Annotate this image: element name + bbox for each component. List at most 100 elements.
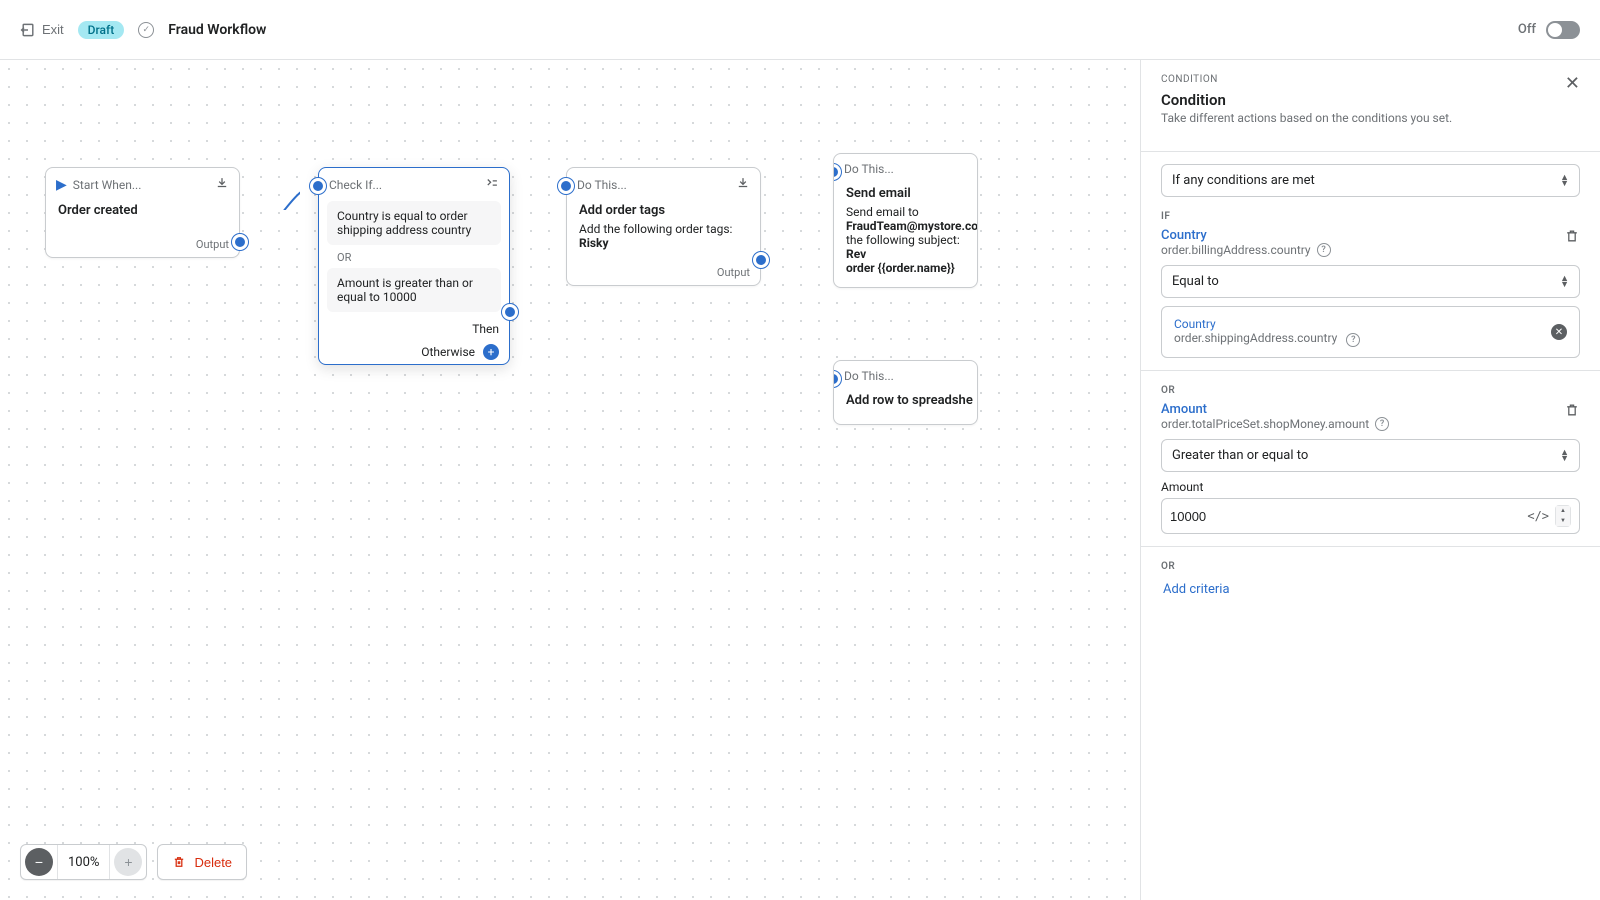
delete-condition-button[interactable]	[1564, 402, 1580, 439]
play-icon: ▶	[56, 177, 67, 193]
node-head-label: Do This...	[577, 178, 627, 192]
field-name[interactable]: Country	[1161, 228, 1331, 243]
operator-value: Greater than or equal to	[1172, 448, 1308, 463]
condition-panel: CONDITION Condition Take different actio…	[1140, 60, 1600, 900]
help-icon[interactable]: ?	[1346, 333, 1360, 347]
field-path: order.billingAddress.country ?	[1161, 243, 1331, 257]
node-head: Do This...	[567, 168, 760, 201]
field-path: order.totalPriceSet.shopMoney.amount ?	[1161, 417, 1389, 431]
number-stepper[interactable]: ▲ ▼	[1555, 505, 1571, 527]
condition-1[interactable]: Country is equal to order shipping addre…	[327, 201, 501, 245]
email-subject: Rev	[846, 247, 866, 261]
panel-subtitle: Take different actions based on the cond…	[1161, 111, 1452, 125]
then-row: Then	[319, 318, 509, 340]
step-up-button[interactable]: ▲	[1556, 506, 1570, 516]
node-body: Add row to spreadshe	[834, 391, 977, 424]
output-label: Output	[196, 238, 229, 251]
code-icon[interactable]: </>	[1527, 509, 1549, 523]
delete-condition-button[interactable]	[1564, 228, 1580, 265]
otherwise-row: Otherwise +	[319, 340, 509, 364]
condition-mode-select[interactable]: If any conditions are met ▲▼	[1161, 164, 1580, 197]
node-head: Do This...	[834, 154, 977, 184]
exit-button[interactable]: Exit	[20, 22, 64, 38]
tags-tag: Risky	[579, 236, 608, 250]
node-start[interactable]: ▶ Start When... Order created Output	[45, 167, 240, 258]
node-send-email[interactable]: Do This... Send email Send email to Frau…	[833, 153, 978, 288]
divider	[1141, 151, 1600, 152]
node-spreadsheet[interactable]: Do This... Add row to spreadshe	[833, 360, 978, 425]
node-condition[interactable]: Check If... Country is equal to order sh…	[318, 167, 510, 365]
email-line1: Send email to	[846, 205, 919, 219]
token-content: Country order.shippingAddress.country ?	[1174, 317, 1360, 347]
help-icon[interactable]: ?	[1375, 417, 1389, 431]
amount-condition: Amount order.totalPriceSet.shopMoney.amo…	[1161, 402, 1580, 534]
node-head-left: ▶ Start When...	[56, 177, 141, 193]
token-path-row: order.shippingAddress.country ?	[1174, 331, 1360, 347]
step-down-button[interactable]: ▼	[1556, 516, 1570, 526]
email-addr: FraudTeam@mystore.co	[846, 219, 978, 233]
enable-toggle[interactable]	[1546, 21, 1580, 39]
download-icon[interactable]	[215, 176, 229, 193]
port-input[interactable]	[558, 178, 574, 194]
token-path-text: order.shippingAddress.country	[1174, 331, 1337, 345]
workflow-canvas[interactable]: ▶ Start When... Order created Output	[0, 60, 1140, 900]
port-output[interactable]	[753, 252, 769, 268]
or-label-2: OR	[1161, 561, 1580, 572]
delete-button[interactable]: Delete	[157, 844, 247, 880]
value-token[interactable]: Country order.shippingAddress.country ? …	[1161, 306, 1580, 358]
panel-title: Condition	[1161, 91, 1452, 109]
token-name: Country	[1174, 317, 1360, 331]
node-body: Add order tags Add the following order t…	[567, 201, 760, 262]
amount-input[interactable]	[1170, 509, 1521, 524]
add-criteria-button[interactable]: Add criteria	[1161, 578, 1580, 601]
nodes-layer: ▶ Start When... Order created Output	[0, 60, 1140, 900]
then-label: Then	[472, 322, 499, 336]
field-head: Amount order.totalPriceSet.shopMoney.amo…	[1161, 402, 1580, 439]
add-otherwise-button[interactable]: +	[483, 344, 499, 360]
download-icon[interactable]	[736, 176, 750, 193]
operator-select[interactable]: Greater than or equal to ▲▼	[1161, 439, 1580, 472]
node-head: Check If...	[319, 168, 509, 201]
node-head-label: Do This...	[844, 369, 894, 383]
editor-header: Exit Draft ✓ Fraud Workflow Off	[0, 0, 1600, 60]
help-icon[interactable]: ?	[1317, 243, 1331, 257]
draft-badge: Draft	[78, 21, 125, 39]
header-left: Exit Draft ✓ Fraud Workflow	[20, 21, 266, 39]
if-label: IF	[1161, 211, 1580, 222]
tags-sub-text: Add the following order tags:	[579, 222, 732, 236]
operator-value: Equal to	[1172, 274, 1219, 289]
country-condition: Country order.billingAddress.country ? E…	[1161, 228, 1580, 358]
delete-label: Delete	[194, 855, 232, 870]
port-then[interactable]	[502, 304, 518, 320]
node-output-row: Output	[567, 262, 760, 285]
node-body: Order created	[46, 201, 239, 234]
main-area: ▶ Start When... Order created Output	[0, 60, 1600, 900]
cond-or-label: OR	[319, 251, 509, 268]
port-output[interactable]	[232, 234, 248, 250]
select-value: If any conditions are met	[1172, 173, 1315, 188]
node-output-row: Output	[46, 234, 239, 257]
node-add-tags[interactable]: Do This... Add order tags Add the follow…	[566, 167, 761, 286]
divider	[1141, 546, 1600, 547]
zoom-in-button[interactable]: +	[114, 848, 142, 876]
field-head: Country order.billingAddress.country ?	[1161, 228, 1580, 265]
check-circle-icon: ✓	[138, 22, 154, 38]
node-head: Do This...	[834, 361, 977, 391]
email-line3: order {{order.name}}	[846, 261, 955, 275]
zoom-out-button[interactable]: −	[25, 848, 53, 876]
close-panel-button[interactable]: ✕	[1565, 74, 1580, 92]
port-input[interactable]	[310, 178, 326, 194]
clear-token-button[interactable]: ✕	[1551, 324, 1567, 340]
or-label: OR	[1161, 385, 1580, 396]
node-head-label: Do This...	[844, 162, 894, 176]
workflow-title: Fraud Workflow	[168, 22, 266, 38]
branch-icon	[485, 176, 499, 193]
canvas-toolbar: − 100% + Delete	[20, 844, 247, 880]
select-caret-icon: ▲▼	[1560, 276, 1569, 288]
panel-head: CONDITION Condition Take different actio…	[1161, 74, 1580, 139]
node-body: Send email Send email to FraudTeam@mysto…	[834, 184, 977, 287]
condition-2[interactable]: Amount is greater than or equal to 10000	[327, 268, 501, 312]
header-right: Off	[1518, 21, 1580, 39]
operator-select[interactable]: Equal to ▲▼	[1161, 265, 1580, 298]
field-name[interactable]: Amount	[1161, 402, 1389, 417]
